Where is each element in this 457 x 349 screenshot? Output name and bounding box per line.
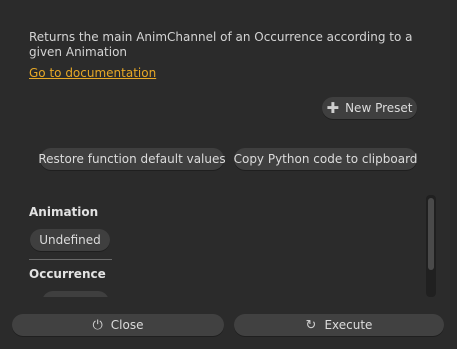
new-preset-label: New Preset: [345, 101, 413, 115]
new-preset-button[interactable]: ✚ New Preset: [322, 97, 417, 119]
close-label: Close: [110, 318, 144, 332]
execute-label: Execute: [324, 318, 373, 332]
scrollbar-thumb[interactable]: [428, 198, 434, 270]
parameters-panel: Animation Undefined Occurrence: [0, 195, 440, 297]
occurrence-value-button[interactable]: [42, 291, 109, 297]
restore-defaults-button[interactable]: Restore function default values: [38, 148, 226, 170]
documentation-link[interactable]: Go to documentation: [29, 66, 156, 80]
occurrence-label: Occurrence: [29, 267, 106, 281]
animation-label: Animation: [29, 205, 99, 219]
execute-button[interactable]: ↻ Execute: [234, 314, 444, 336]
section-divider: [29, 259, 112, 260]
function-description: Returns the main AnimChannel of an Occur…: [29, 30, 413, 59]
plus-icon: ✚: [326, 98, 340, 117]
copy-python-button[interactable]: Copy Python code to clipboard: [234, 148, 417, 170]
close-button[interactable]: ⏻ Close: [12, 314, 224, 336]
refresh-icon: ↻: [305, 317, 317, 333]
animation-value-button[interactable]: Undefined: [30, 229, 110, 251]
power-icon: ⏻: [92, 317, 103, 333]
